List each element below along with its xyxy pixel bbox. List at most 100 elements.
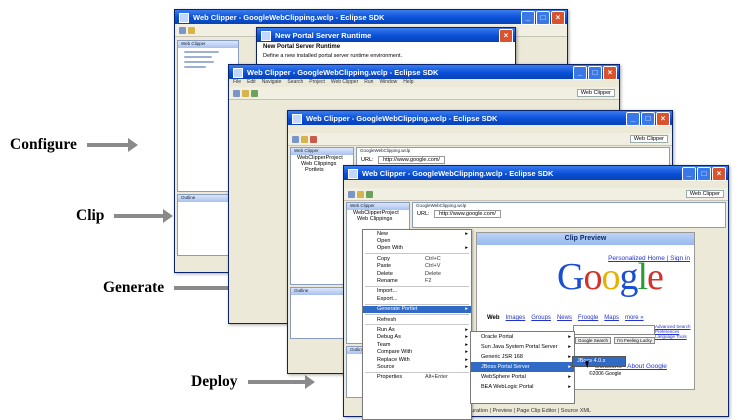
feeling-lucky-button[interactable]: I'm Feeling Lucky <box>614 337 655 344</box>
google-search-button[interactable]: Google Search <box>575 337 612 344</box>
context-menu-item[interactable]: Team ▸ <box>363 341 471 348</box>
pane-tab[interactable]: Web Clipper <box>291 148 353 155</box>
submenu-arrow-icon: ▸ <box>465 356 468 363</box>
menu-edit[interactable]: Edit <box>247 79 256 87</box>
menu-navigate[interactable]: Navigate <box>262 79 282 87</box>
menu-item-shortcut: Ctrl+V <box>425 263 441 270</box>
context-menu-item[interactable]: Properties Alt+Enter <box>363 374 471 381</box>
context-menu-item[interactable]: Paste Ctrl+V <box>363 263 471 270</box>
language-tools-link[interactable]: Language Tools <box>655 334 691 339</box>
context-menu-item[interactable]: Rename F2 <box>363 277 471 284</box>
context-menu-item[interactable]: Run As ▸ <box>363 326 471 333</box>
new-icon[interactable] <box>292 135 299 143</box>
menu-item-label: Generate Portlet <box>377 306 418 313</box>
menu-item-label: Paste <box>377 263 392 270</box>
window-title: Web Clipper - GoogleWebClipping.wclp - E… <box>193 12 385 22</box>
menu-help[interactable]: Help <box>403 79 413 87</box>
close-button[interactable]: × <box>499 29 513 43</box>
minimize-button[interactable]: _ <box>521 11 535 25</box>
context-menu-item[interactable]: Delete Delete <box>363 270 471 277</box>
menu-project[interactable]: Project <box>309 79 325 87</box>
new-icon[interactable] <box>233 89 240 97</box>
window-titlebar[interactable]: Web Clipper - GoogleWebClipping.wclp - E… <box>175 10 567 25</box>
submenu-item[interactable]: JBoss Portal Server ▸ <box>471 362 574 372</box>
nav-froogle[interactable]: Froogle <box>578 315 598 321</box>
google-search-input[interactable] <box>573 325 655 335</box>
submenu-item[interactable]: WebSphere Portal ▸ <box>471 372 574 382</box>
submenu-arrow-icon: ▸ <box>568 354 571 360</box>
context-menu-item[interactable]: Debug As ▸ <box>363 334 471 341</box>
context-menu-item[interactable]: Open With ▸ <box>363 245 471 252</box>
submenu-item[interactable]: Sun Java System Portal Server ▸ <box>471 342 574 352</box>
maximize-button[interactable]: □ <box>588 66 602 80</box>
context-menu-item[interactable]: Import... <box>363 288 471 295</box>
url-field[interactable]: http://www.google.com/ <box>378 156 445 164</box>
nav-maps[interactable]: Maps <box>604 315 619 321</box>
minimize-button[interactable]: _ <box>682 167 696 181</box>
perspective-button[interactable]: Web Clipper <box>629 135 668 143</box>
close-button[interactable]: × <box>603 66 617 80</box>
close-button[interactable]: × <box>656 112 670 126</box>
context-menu-item[interactable]: Replace With ▸ <box>363 356 471 363</box>
menubar <box>344 180 728 188</box>
context-menu-item[interactable]: Generate Portlet ▸ <box>363 305 471 313</box>
maximize-button[interactable]: □ <box>641 112 655 126</box>
open-icon[interactable] <box>357 190 364 198</box>
open-icon[interactable] <box>242 89 249 97</box>
open-icon[interactable] <box>301 135 308 143</box>
context-menu-item[interactable]: Source ▸ <box>363 363 471 370</box>
submenu-item[interactable]: BEA WebLogic Portal ▸ <box>471 382 574 392</box>
context-menu-item[interactable]: Open <box>363 237 471 244</box>
run-icon[interactable] <box>251 89 258 97</box>
submenu-item-label: Generic JSR 168 <box>481 354 523 360</box>
menu-separator <box>365 285 469 287</box>
window-titlebar[interactable]: Web Clipper - GoogleWebClipping.wclp - E… <box>288 111 672 126</box>
open-icon[interactable] <box>188 26 195 34</box>
menu-run[interactable]: Run <box>364 79 373 87</box>
deploy-jboss-option[interactable]: JBoss 4.0.x <box>572 356 626 367</box>
eclipse-icon <box>179 13 189 23</box>
window-titlebar[interactable]: Web Clipper - GoogleWebClipping.wclp - E… <box>229 65 619 80</box>
close-button[interactable]: × <box>712 167 726 181</box>
pane-tab[interactable]: Web Clipper <box>347 203 409 210</box>
minimize-button[interactable]: _ <box>626 112 640 126</box>
nav-web[interactable]: Web <box>487 315 500 321</box>
editor-tab[interactable]: GoogleWebClipping.wclp <box>357 148 669 155</box>
context-menu-item[interactable]: Refresh <box>363 316 471 323</box>
submenu-item[interactable]: Generic JSR 168 ▸ <box>471 352 574 362</box>
close-button[interactable]: × <box>551 11 565 25</box>
stop-icon[interactable] <box>310 135 317 143</box>
context-menu-item[interactable]: Export... <box>363 295 471 302</box>
submenu-arrow-icon: ▸ <box>465 326 468 333</box>
editor-tab[interactable]: GoogleWebClipping.wclp <box>413 203 725 210</box>
menu-separator <box>365 303 469 305</box>
maximize-button[interactable]: □ <box>536 11 550 25</box>
menu-window[interactable]: Window <box>379 79 397 87</box>
nav-more[interactable]: more » <box>625 315 644 321</box>
maximize-button[interactable]: □ <box>697 167 711 181</box>
pane-tab[interactable]: Web Clipper <box>178 41 238 48</box>
clip-preview-title: Clip Preview <box>477 233 694 245</box>
new-icon[interactable] <box>179 26 186 34</box>
perspective-button[interactable]: Web Clipper <box>576 89 615 97</box>
minimize-button[interactable]: _ <box>573 66 587 80</box>
perspective-button[interactable]: Web Clipper <box>685 190 724 198</box>
nav-news[interactable]: News <box>557 315 572 321</box>
menu-search[interactable]: Search <box>287 79 303 87</box>
submenu-item[interactable]: Oracle Portal ▸ <box>471 332 574 342</box>
menu-file[interactable]: File <box>233 79 241 87</box>
nav-images[interactable]: Images <box>506 315 526 321</box>
context-menu-item[interactable]: New ▸ <box>363 230 471 237</box>
menu-web-clipper[interactable]: Web Clipper <box>331 79 358 87</box>
tree-item[interactable]: Web Clippings <box>347 216 409 222</box>
window-titlebar[interactable]: Web Clipper - GoogleWebClipping.wclp - E… <box>344 166 728 181</box>
context-menu-item[interactable]: Compare With ▸ <box>363 348 471 355</box>
run-icon[interactable] <box>366 190 373 198</box>
submenu-arrow-icon: ▸ <box>568 384 571 390</box>
nav-groups[interactable]: Groups <box>531 315 551 321</box>
context-menu-item[interactable]: Copy Ctrl+C <box>363 255 471 262</box>
dialog-titlebar[interactable]: New Portal Server Runtime × <box>257 28 515 43</box>
url-field[interactable]: http://www.google.com/ <box>434 210 501 218</box>
menu-item-shortcut: F2 <box>425 278 432 285</box>
new-icon[interactable] <box>348 190 355 198</box>
